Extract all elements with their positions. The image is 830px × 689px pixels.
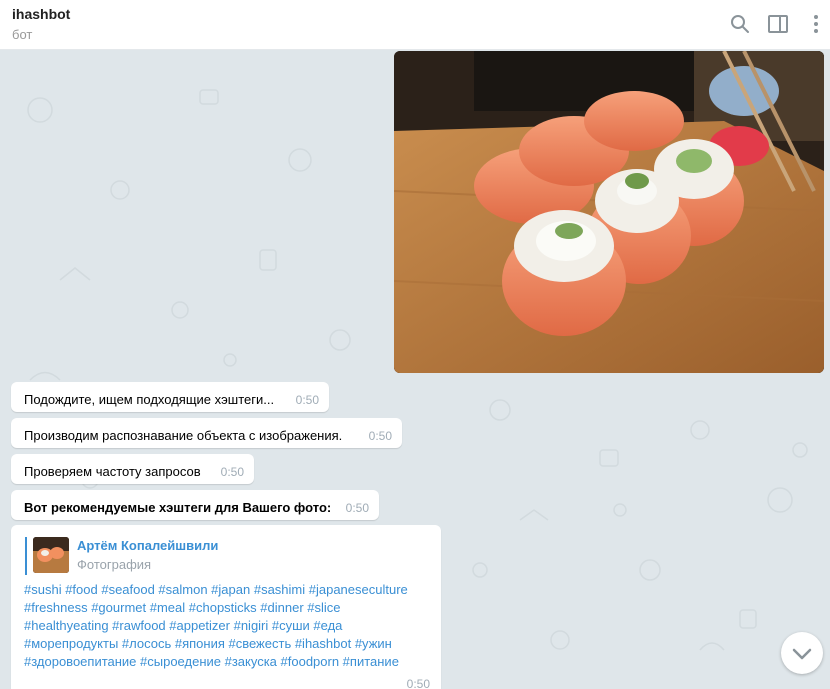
message-time: 0:50 — [406, 677, 430, 689]
chat-status: бот — [12, 27, 33, 42]
message-area[interactable]: Подождите, ищем подходящие хэштеги... 0:… — [0, 50, 830, 689]
message-text: Вот рекомендуемые хэштеги для Вашего фот… — [24, 500, 332, 515]
hashtags-message[interactable]: Артём Копалейшвили Фотография #sushi #fo… — [11, 525, 441, 689]
message-text: Подождите, ищем подходящие хэштеги... — [24, 392, 275, 407]
sidebar-toggle-icon[interactable] — [767, 13, 789, 35]
forward-indicator — [25, 537, 27, 575]
chat-header: ihashbot бот — [0, 0, 830, 50]
chevron-down-icon — [792, 648, 812, 660]
hashtag-line[interactable]: #морепродукты #лосось #япония #свежесть … — [24, 635, 434, 653]
chat-title[interactable]: ihashbot — [12, 6, 70, 22]
message-text: Производим распознавание объекта с изобр… — [24, 428, 343, 443]
scroll-to-bottom-button[interactable] — [781, 632, 823, 674]
hashtag-line[interactable]: #sushi #food #seafood #salmon #japan #sa… — [24, 581, 434, 599]
message-time: 0:50 — [295, 393, 319, 407]
hashtag-line[interactable]: #healthyeating #rawfood #appetizer #nigi… — [24, 617, 434, 635]
more-vertical-icon[interactable] — [805, 13, 827, 35]
message-text: Проверяем частоту запросов — [24, 464, 201, 479]
forwarded-author[interactable]: Артём Копалейшвили — [77, 538, 218, 553]
message-bubble[interactable]: Вот рекомендуемые хэштеги для Вашего фот… — [11, 490, 379, 520]
message-time: 0:50 — [220, 465, 244, 479]
sushi-rolls-photo[interactable] — [394, 51, 824, 373]
hashtags-list[interactable]: #sushi #food #seafood #salmon #japan #sa… — [24, 581, 434, 671]
search-icon[interactable] — [729, 13, 751, 35]
forwarded-type: Фотография — [77, 557, 152, 572]
message-bubble[interactable]: Производим распознавание объекта с изобр… — [11, 418, 402, 448]
hashtag-line[interactable]: #freshness #gourmet #meal #chopsticks #d… — [24, 599, 434, 617]
hashtag-line[interactable]: #здоровоепитание #сыроедение #закуска #f… — [24, 653, 434, 671]
message-bubble[interactable]: Подождите, ищем подходящие хэштеги... 0:… — [11, 382, 329, 412]
message-time: 0:50 — [368, 429, 392, 443]
message-bubble[interactable]: Проверяем частоту запросов 0:50 — [11, 454, 254, 484]
message-time: 0:50 — [345, 501, 369, 515]
forwarded-photo-thumbnail[interactable] — [33, 537, 69, 573]
